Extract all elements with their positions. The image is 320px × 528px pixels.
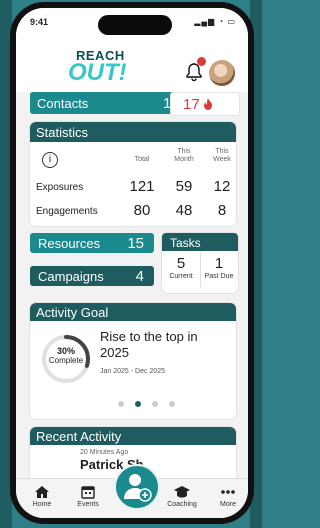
progress-text: 30% Complete xyxy=(40,346,92,366)
logo-out-text: OUT! xyxy=(68,59,127,86)
carousel-dots[interactable] xyxy=(118,401,178,409)
campaigns-label: Campaigns xyxy=(38,269,104,284)
home-icon xyxy=(35,486,49,498)
hot-contacts-button[interactable]: 17 xyxy=(170,92,240,116)
tab-coaching[interactable]: Coaching xyxy=(162,485,202,508)
col-this-week: This Week xyxy=(213,148,231,163)
tab-home[interactable]: Home xyxy=(22,485,62,508)
dynamic-island xyxy=(98,15,172,35)
statistics-card: Statistics i Total This Month This Week … xyxy=(30,122,236,226)
fire-icon xyxy=(204,98,212,110)
carousel-dot-4[interactable] xyxy=(169,401,175,407)
carousel-dot-2[interactable] xyxy=(135,401,141,407)
avatar[interactable] xyxy=(209,60,235,86)
statistics-header: Statistics xyxy=(30,122,236,142)
col-this-month: This Month xyxy=(174,148,194,163)
campaigns-count: 4 xyxy=(135,268,144,285)
tab-home-label: Home xyxy=(32,501,52,508)
exposures-total: 121 xyxy=(129,178,155,195)
app-screen: 9:41 ▂▄▆ ◔ ▭ REACH OUT! Contacts 130 17 … xyxy=(16,8,248,518)
tab-events-label: Events xyxy=(77,501,99,508)
carousel-dot-3[interactable] xyxy=(152,401,158,407)
resources-button[interactable]: Resources 15 xyxy=(30,233,154,253)
activity-goal-title: Activity Goal xyxy=(36,305,109,320)
carousel-dot-1[interactable] xyxy=(118,401,124,407)
more-icon xyxy=(221,490,235,494)
statistics-title: Statistics xyxy=(36,125,89,140)
tab-more[interactable]: More xyxy=(208,485,248,508)
engagements-total: 80 xyxy=(133,202,151,219)
recent-activity-time: 20 Minutes Ago xyxy=(80,449,129,456)
engagements-week: 8 xyxy=(217,202,227,219)
col-total: Total xyxy=(134,156,150,163)
tasks-past-due-label: Past Due xyxy=(204,273,234,280)
recent-activity-header: Recent Activity xyxy=(30,427,236,445)
row-label-exposures: Exposures xyxy=(36,182,84,193)
contacts-label: Contacts xyxy=(37,96,89,111)
activity-goal-card[interactable]: Activity Goal 30% Complete Rise to the t… xyxy=(30,303,236,419)
calendar-icon xyxy=(81,486,95,499)
notification-badge xyxy=(197,57,206,66)
exposures-week: 12 xyxy=(213,178,231,195)
activity-goal-header: Activity Goal xyxy=(30,303,236,321)
status-icons: ▂▄▆ ◔ ▭ xyxy=(194,17,236,26)
add-person-icon xyxy=(124,474,152,502)
tasks-title: Tasks xyxy=(170,236,201,250)
tasks-card[interactable]: Tasks 5 Current 1 Past Due xyxy=(162,233,238,293)
goal-date-range: Jan 2025 - Dec 2025 xyxy=(100,368,165,375)
tasks-current-label: Current xyxy=(169,273,193,280)
row-label-engagements: Engagements xyxy=(36,206,98,217)
tasks-current-count: 5 xyxy=(176,255,186,272)
tab-events[interactable]: Events xyxy=(68,485,108,508)
tasks-header: Tasks xyxy=(162,233,238,251)
app-logo: REACH OUT! xyxy=(68,48,138,88)
status-time: 9:41 xyxy=(30,17,49,27)
graduation-cap-icon xyxy=(174,486,190,498)
tab-more-label: More xyxy=(220,501,236,508)
resources-count: 15 xyxy=(127,235,144,252)
goal-title: Rise to the top in 2025 xyxy=(100,329,198,360)
engagements-month: 48 xyxy=(175,202,193,219)
add-contact-button[interactable] xyxy=(114,464,160,510)
campaigns-button[interactable]: Campaigns 4 xyxy=(30,266,154,286)
progress-label: Complete xyxy=(48,356,84,365)
progress-percent: 30% xyxy=(56,346,75,356)
recent-activity-title: Recent Activity xyxy=(36,429,122,444)
hot-contacts-count: 17 xyxy=(183,96,200,113)
tasks-past-due-count: 1 xyxy=(214,255,224,272)
resources-label: Resources xyxy=(38,236,101,251)
info-icon[interactable]: i xyxy=(42,152,58,168)
exposures-month: 59 xyxy=(175,178,193,195)
status-bar: 9:41 ▂▄▆ ◔ ▭ xyxy=(16,8,248,36)
tab-coaching-label: Coaching xyxy=(167,501,197,508)
